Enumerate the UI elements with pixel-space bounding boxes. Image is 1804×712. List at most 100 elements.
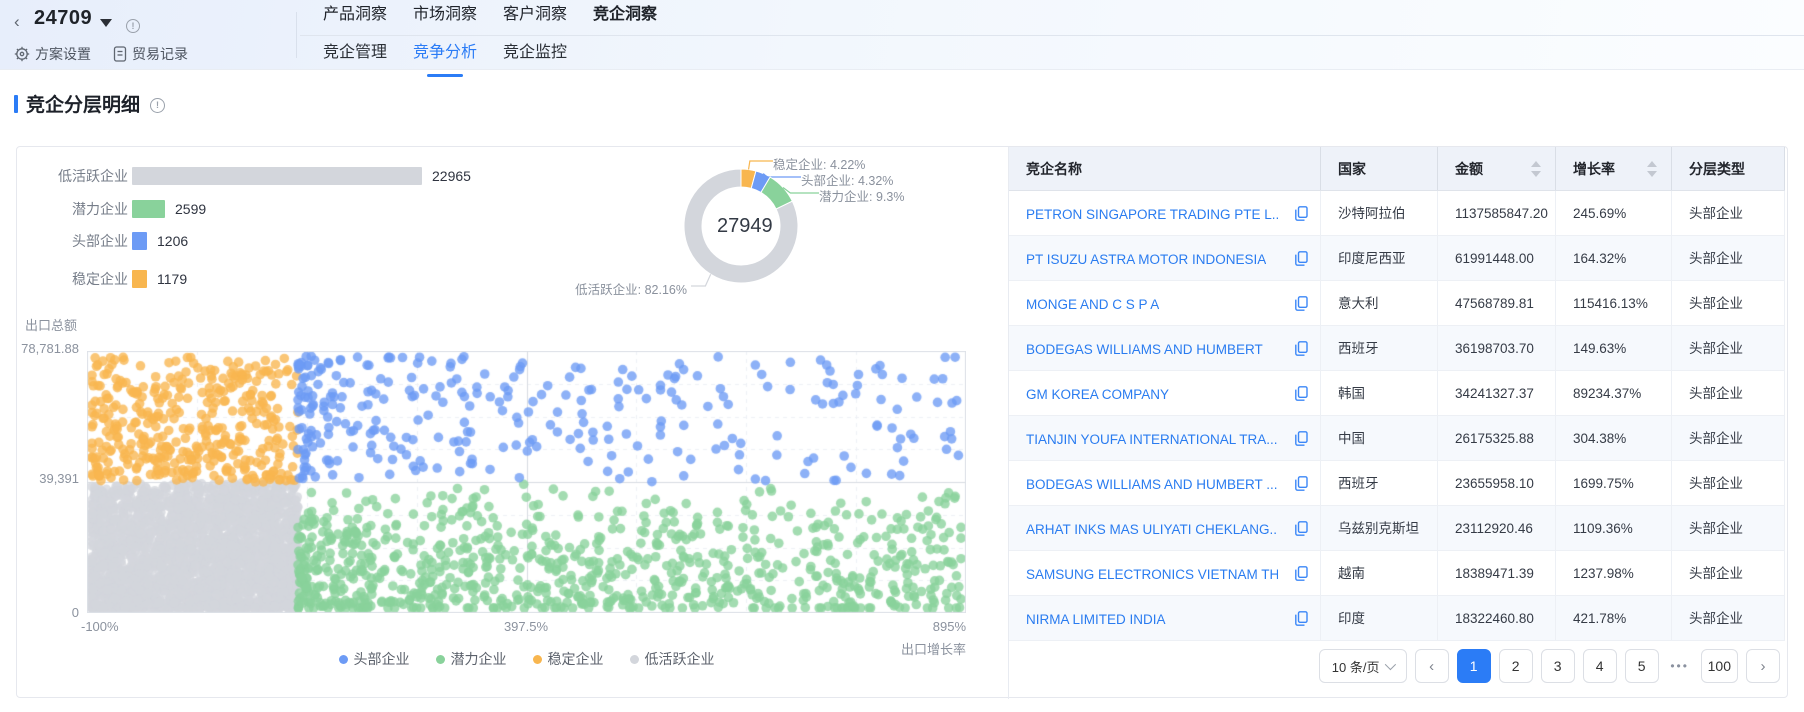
tab-2[interactable]: 市场洞察 xyxy=(413,0,477,36)
legend-item-3[interactable]: 稳定企业 xyxy=(533,649,604,669)
amount-cell: 1137585847.20 xyxy=(1438,191,1556,235)
title-accent-bar xyxy=(14,95,18,113)
layer-type-cell: 头部企业 xyxy=(1672,371,1785,415)
company-link[interactable]: BODEGAS WILLIAMS AND HUMBERT ... xyxy=(1026,462,1278,505)
trade-records-button[interactable]: 贸易记录 xyxy=(113,44,188,64)
layer-share-donut-chart[interactable] xyxy=(577,147,997,327)
amount-cell: 36198703.70 xyxy=(1438,326,1556,370)
company-link[interactable]: ARHAT INKS MAS ULIYATI CHEKLANG... xyxy=(1026,507,1278,550)
table-row: MONGE AND C S P A意大利47568789.81115416.13… xyxy=(1009,281,1785,326)
page-button-2[interactable]: 2 xyxy=(1499,649,1533,683)
layer-type-cell: 头部企业 xyxy=(1672,416,1785,460)
company-link[interactable]: MONGE AND C S P A xyxy=(1026,282,1159,325)
growth-cell: 1237.98% xyxy=(1556,551,1672,595)
header-divider xyxy=(296,12,297,58)
company-link[interactable]: BODEGAS WILLIAMS AND HUMBERT xyxy=(1026,327,1263,370)
growth-cell: 115416.13% xyxy=(1556,281,1672,325)
growth-cell: 245.69% xyxy=(1556,191,1672,235)
copy-icon[interactable] xyxy=(1295,251,1308,266)
page-title: 竞企分层明细 xyxy=(26,90,140,117)
tab-4[interactable]: 竞企洞察 xyxy=(593,0,657,36)
amount-cell: 23112920.46 xyxy=(1438,506,1556,550)
page-button-1[interactable]: 1 xyxy=(1457,649,1491,683)
competitor-layering-panel: 低活跃企业22965潜力企业2599头部企业1206稳定企业1179 27949… xyxy=(16,146,1788,698)
main-tab-bar: 产品洞察市场洞察客户洞察竞企洞察 xyxy=(323,0,657,36)
growth-cell: 421.78% xyxy=(1556,596,1672,640)
legend-label: 稳定企业 xyxy=(548,649,604,669)
caret-down-icon[interactable] xyxy=(100,19,112,27)
bar-rect[interactable] xyxy=(132,270,147,288)
company-cell: GM KOREA COMPANY xyxy=(1009,371,1321,415)
sort-caret-icon[interactable] xyxy=(1647,160,1657,178)
copy-icon[interactable] xyxy=(1295,476,1308,491)
section-title-row: 竞企分层明细 ! xyxy=(14,90,165,117)
scatter-x-tick-min: -100% xyxy=(81,619,119,634)
header-info[interactable]: ! xyxy=(126,16,140,34)
donut-total-label: 27949 xyxy=(717,215,773,238)
company-cell: SAMSUNG ELECTRONICS VIETNAM TH xyxy=(1009,551,1321,595)
company-link[interactable]: SAMSUNG ELECTRONICS VIETNAM TH xyxy=(1026,552,1278,595)
country-cell: 印度 xyxy=(1321,596,1438,640)
copy-icon[interactable] xyxy=(1295,521,1308,536)
layering-scatter-plot[interactable] xyxy=(87,351,966,613)
tab-1[interactable]: 产品洞察 xyxy=(323,0,387,36)
sub-tab-1[interactable]: 竞企管理 xyxy=(323,40,387,68)
prev-page-button[interactable]: ‹ xyxy=(1415,649,1449,683)
sub-tab-2[interactable]: 竞争分析 xyxy=(413,40,477,68)
bar-rect[interactable] xyxy=(132,232,147,250)
growth-cell: 149.63% xyxy=(1556,326,1672,370)
table-row: NIRMA LIMITED INDIA印度18322460.80421.78%头… xyxy=(1009,596,1785,641)
company-link[interactable]: TIANJIN YOUFA INTERNATIONAL TRA... xyxy=(1026,417,1278,460)
scatter-x-tick-mid: 397.5% xyxy=(476,619,576,634)
copy-icon[interactable] xyxy=(1295,341,1308,356)
page-size-select[interactable]: 10 条/页 xyxy=(1319,649,1407,683)
section-info[interactable]: ! xyxy=(150,95,165,113)
page-ellipsis[interactable]: ••• xyxy=(1667,649,1693,683)
plan-settings-button[interactable]: 方案设置 xyxy=(14,44,91,64)
donut-label-potential: 潜力企业: 9.3% xyxy=(819,186,904,205)
bar-rect[interactable] xyxy=(132,200,165,218)
company-link[interactable]: PETRON SINGAPORE TRADING PTE L... xyxy=(1026,192,1278,235)
page-button-5[interactable]: 5 xyxy=(1625,649,1659,683)
plan-title[interactable]: 24709 xyxy=(34,7,92,30)
donut-leader-line xyxy=(749,161,773,170)
legend-item-2[interactable]: 潜力企业 xyxy=(436,649,507,669)
layer-type-cell: 头部企业 xyxy=(1672,551,1785,595)
copy-icon[interactable] xyxy=(1295,296,1308,311)
company-cell: NIRMA LIMITED INDIA xyxy=(1009,596,1321,640)
page-button-4[interactable]: 4 xyxy=(1583,649,1617,683)
legend-item-4[interactable]: 低活跃企业 xyxy=(630,649,715,669)
layer-type-cell: 头部企业 xyxy=(1672,506,1785,550)
scatter-x-tick-max: 895% xyxy=(866,619,966,634)
company-link[interactable]: GM KOREA COMPANY xyxy=(1026,372,1169,415)
page-button-last[interactable]: 100 xyxy=(1701,649,1738,683)
next-page-button[interactable]: › xyxy=(1746,649,1780,683)
column-header-3: 金额 xyxy=(1438,147,1556,190)
sub-tab-3[interactable]: 竞企监控 xyxy=(503,40,567,68)
copy-icon[interactable] xyxy=(1295,206,1308,221)
legend-label: 头部企业 xyxy=(354,649,410,669)
header-actions: 方案设置 贸易记录 xyxy=(14,44,188,64)
company-cell: BODEGAS WILLIAMS AND HUMBERT ... xyxy=(1009,461,1321,505)
company-cell: BODEGAS WILLIAMS AND HUMBERT xyxy=(1009,326,1321,370)
company-link[interactable]: NIRMA LIMITED INDIA xyxy=(1026,597,1166,640)
company-cell: ARHAT INKS MAS ULIYATI CHEKLANG... xyxy=(1009,506,1321,550)
page-button-3[interactable]: 3 xyxy=(1541,649,1575,683)
copy-icon[interactable] xyxy=(1295,386,1308,401)
country-cell: 中国 xyxy=(1321,416,1438,460)
tab-3[interactable]: 客户洞察 xyxy=(503,0,567,36)
plan-settings-label: 方案设置 xyxy=(35,44,91,64)
growth-cell: 1109.36% xyxy=(1556,506,1672,550)
company-link[interactable]: PT ISUZU ASTRA MOTOR INDONESIA xyxy=(1026,237,1266,280)
country-cell: 乌兹别克斯坦 xyxy=(1321,506,1438,550)
back-chevron-icon[interactable]: ‹ xyxy=(14,12,32,32)
donut-leader-line xyxy=(763,174,801,177)
copy-icon[interactable] xyxy=(1295,431,1308,446)
column-header-label: 增长率 xyxy=(1573,161,1615,177)
country-cell: 越南 xyxy=(1321,551,1438,595)
copy-icon[interactable] xyxy=(1295,566,1308,581)
copy-icon[interactable] xyxy=(1295,611,1308,626)
legend-item-1[interactable]: 头部企业 xyxy=(339,649,410,669)
bar-rect[interactable] xyxy=(132,167,422,185)
sort-caret-icon[interactable] xyxy=(1531,160,1541,178)
